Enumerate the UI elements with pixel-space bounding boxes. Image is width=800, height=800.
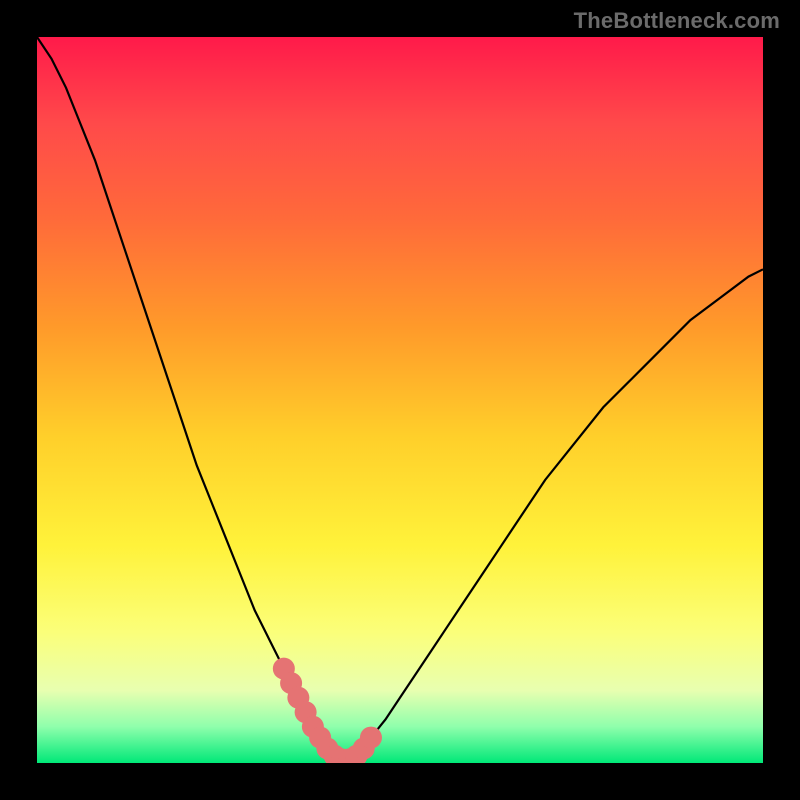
highlight-dot [360,727,382,749]
plot-area [37,37,763,763]
chart-container: TheBottleneck.com [0,0,800,800]
bottleneck-curve [37,37,763,759]
watermark-text: TheBottleneck.com [574,8,780,34]
curve-svg [37,37,763,763]
highlight-markers [273,658,382,763]
